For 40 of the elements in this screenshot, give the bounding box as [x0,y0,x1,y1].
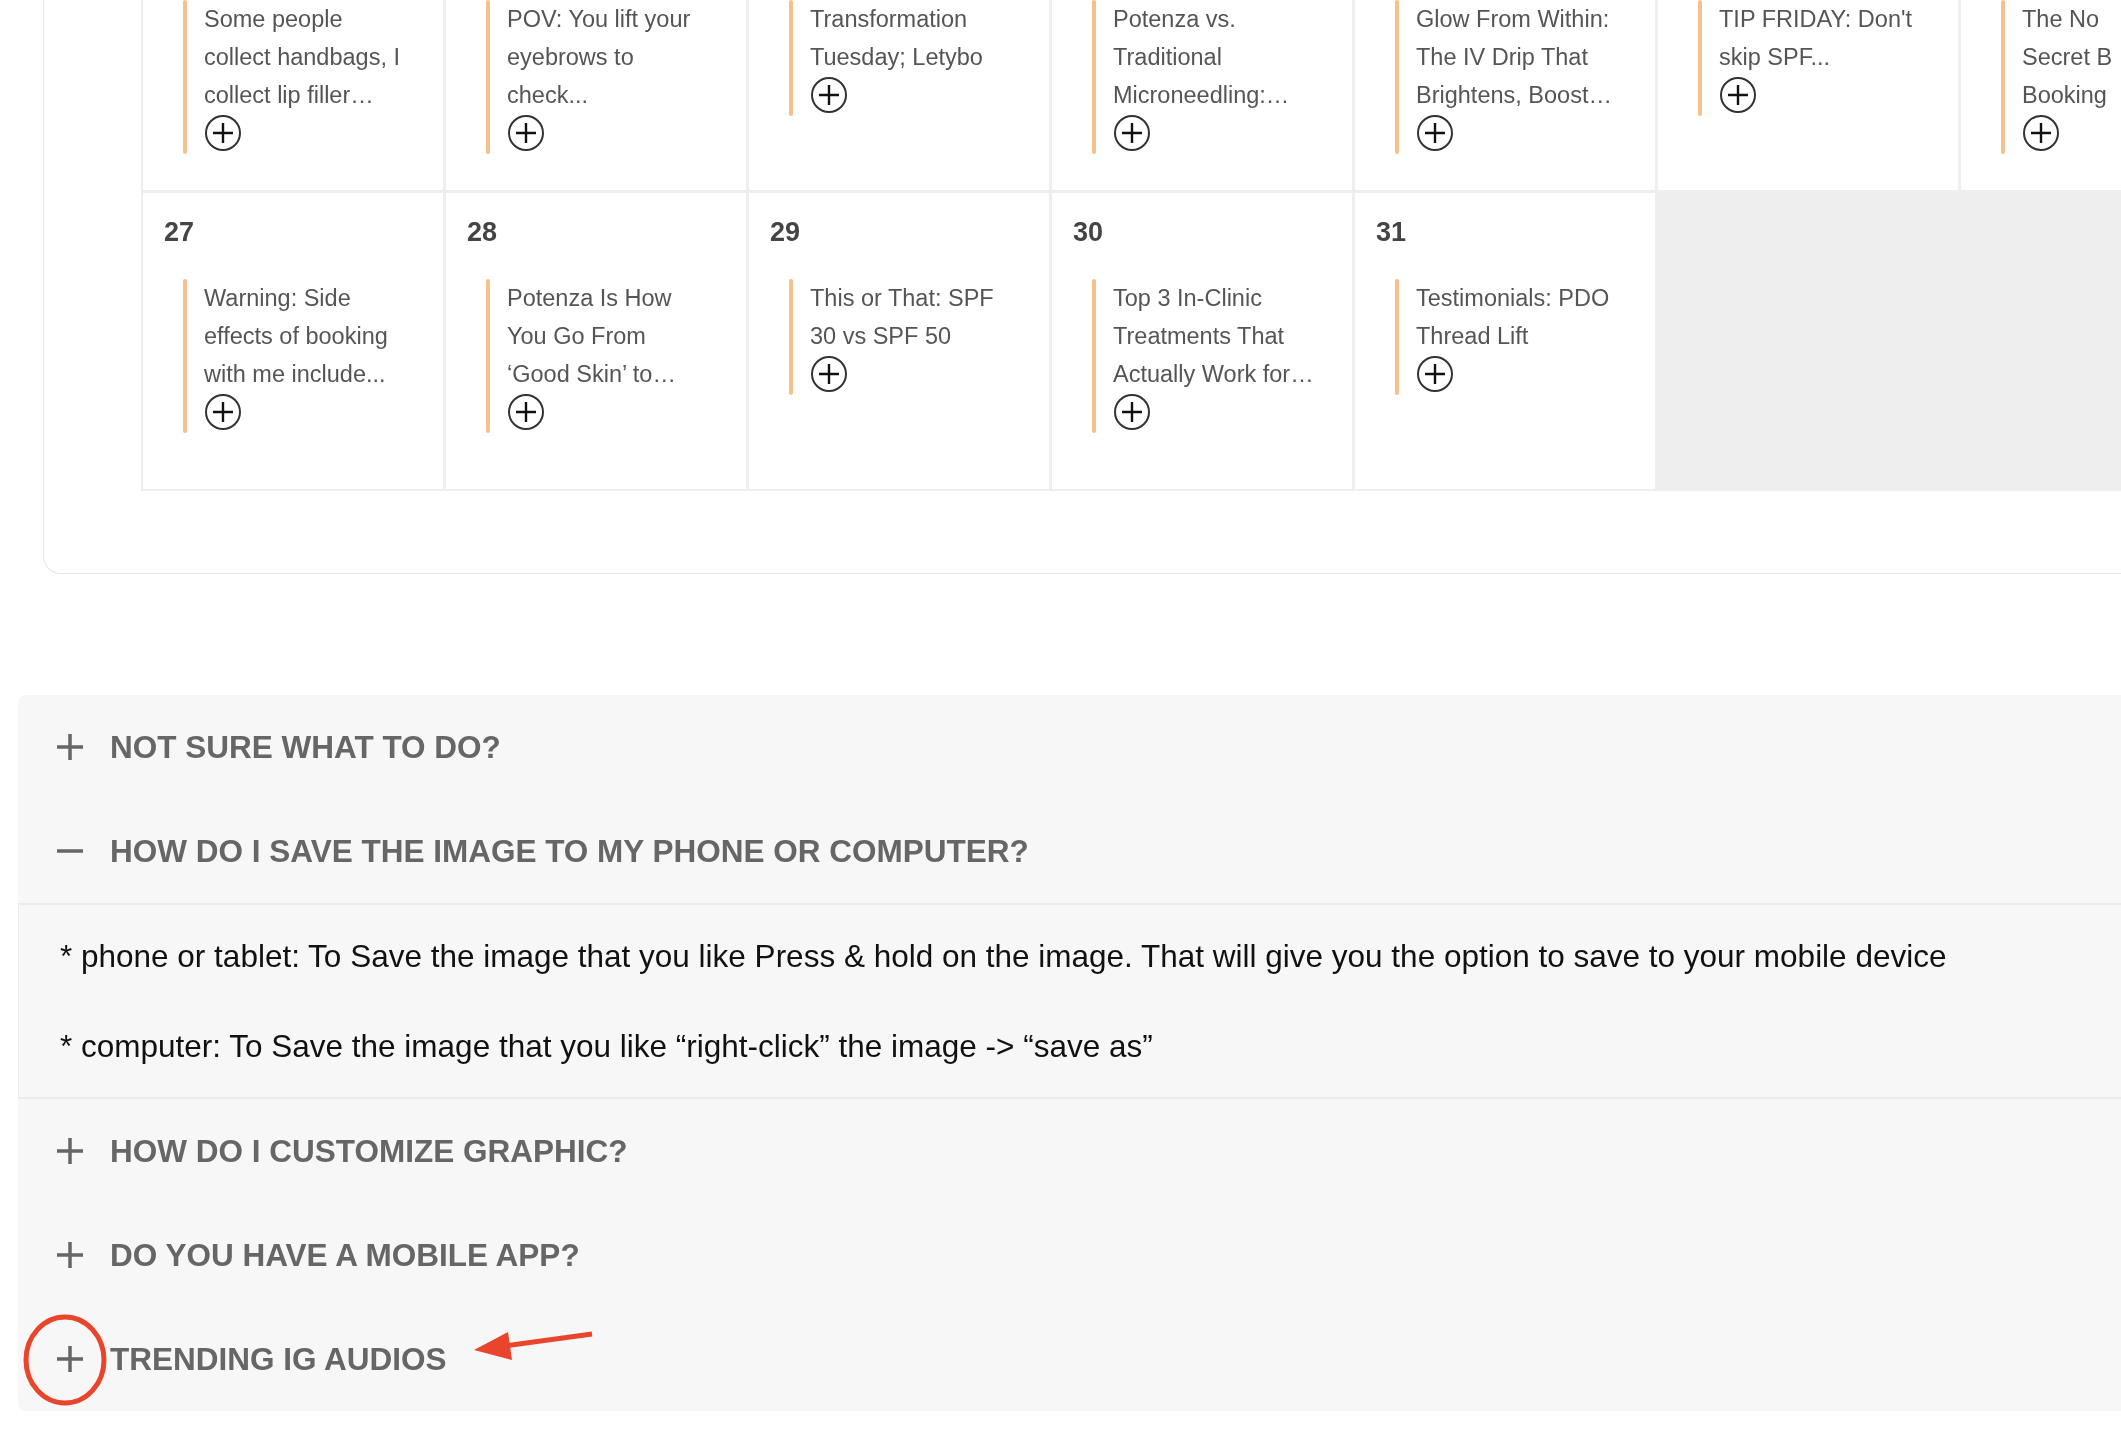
day-number: 31 [1376,217,1408,249]
post-title[interactable]: The No Secret B Booking [2022,0,2113,114]
add-circle-icon[interactable] [1416,114,1454,152]
add-circle-icon[interactable] [1113,393,1151,431]
post-title[interactable]: Potenza Is How You Go From ‘Good Skin’ to… [507,279,676,393]
post-title[interactable]: This or That: SPF 30 vs SPF 50 [810,279,994,355]
post-title[interactable]: Glow From Within: The IV Drip That Brightens, Boost… [1416,0,1612,114]
add-circle-icon[interactable] [204,393,242,431]
day-number: 27 [164,217,196,249]
plus-icon[interactable] [57,734,83,760]
post-title[interactable]: Potenza vs. Traditional Microneedling:… [1113,0,1290,114]
post-title[interactable]: Testimonials: PDO Thread Lift [1416,279,1610,355]
post-title[interactable]: Transformation Tuesday; Letybo [810,0,983,76]
plus-icon[interactable] [57,1138,83,1164]
day-number: 30 [1073,217,1105,249]
answer-text: * computer: To Save the image that you like “right-click” the image -> “save as” [60,1027,1154,1066]
add-circle-icon[interactable] [507,114,545,152]
faq-question[interactable]: DO YOU HAVE A MOBILE APP? [110,1236,580,1274]
plus-icon[interactable] [57,1242,83,1268]
post-title[interactable]: TIP FRIDAY: Don't skip SPF... [1719,0,1912,76]
add-circle-icon[interactable] [507,393,545,431]
add-circle-icon[interactable] [1416,355,1454,393]
post-title[interactable]: POV: You lift your eyebrows to check... [507,0,691,114]
post-title[interactable]: Top 3 In-Clinic Treatments That Actually Work for… [1113,279,1314,393]
day-number: 29 [770,217,802,249]
post-title[interactable]: Some people collect handbags, I collect lip filler… [204,0,400,114]
add-circle-icon[interactable] [2022,114,2060,152]
day-number: 28 [467,217,499,249]
plus-icon[interactable] [57,1346,83,1372]
add-circle-icon[interactable] [1719,76,1757,114]
add-circle-icon[interactable] [810,355,848,393]
faq-question[interactable]: TRENDING IG AUDIOS [110,1340,447,1378]
add-circle-icon[interactable] [204,114,242,152]
add-circle-icon[interactable] [1113,114,1151,152]
faq-question[interactable]: HOW DO I CUSTOMIZE GRAPHIC? [110,1132,628,1170]
faq-question[interactable]: HOW DO I SAVE THE IMAGE TO MY PHONE OR COMPUTER? [110,832,1029,870]
post-title[interactable]: Warning: Side effects of booking with me include... [204,279,388,393]
faq-question[interactable]: NOT SURE WHAT TO DO? [110,728,501,766]
add-circle-icon[interactable] [810,76,848,114]
answer-text: * phone or tablet: To Save the image that you like Press & hold on the image. That will give you the option to save to your mobile device [60,937,1948,976]
